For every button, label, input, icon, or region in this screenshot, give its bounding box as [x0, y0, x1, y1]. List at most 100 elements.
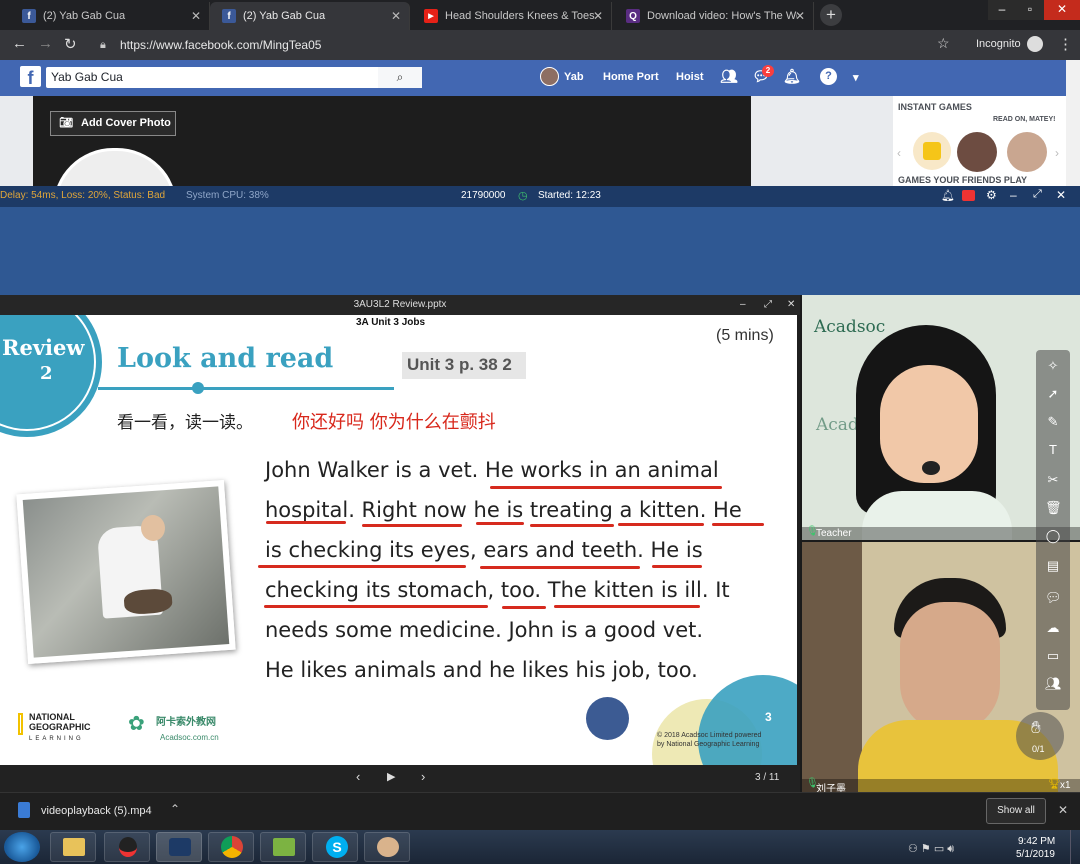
minimize-icon[interactable]: – [740, 295, 746, 315]
fullscreen-icon[interactable]: ⤢ [1033, 188, 1042, 201]
games-header: INSTANT GAMES [898, 102, 972, 112]
headset-mic [922, 461, 940, 475]
add-cover-photo-button[interactable]: 📷︎ Add Cover Photo [50, 111, 176, 136]
browser-tab[interactable]: ▶ Head Shoulders Knees & Toes | C ✕ [412, 2, 612, 30]
document-icon[interactable]: ▤ [1045, 558, 1061, 574]
chrome-icon [221, 836, 243, 858]
chevron-down-icon[interactable]: ▾ [853, 71, 859, 84]
incognito-icon[interactable] [1027, 36, 1043, 52]
play-icon[interactable]: ▶ [387, 770, 395, 783]
browser-tab-bar: f (2) Yab Gab Cua ✕ f (2) Yab Gab Cua ✕ … [0, 0, 1080, 30]
bell-icon[interactable]: 🔔︎ [941, 189, 955, 202]
background-shelf [802, 542, 862, 792]
close-icon[interactable]: ✕ [191, 9, 201, 23]
minimize-button[interactable]: – [988, 0, 1016, 20]
friends-icon[interactable]: 👥︎ [720, 68, 738, 85]
record-icon[interactable] [962, 190, 975, 201]
users-icon[interactable]: 👥︎ [1045, 676, 1062, 692]
close-icon[interactable]: ✕ [1056, 188, 1066, 202]
forward-icon[interactable]: → [38, 35, 53, 52]
prev-slide-icon[interactable]: ‹ [356, 769, 360, 784]
search-icon[interactable]: ⌕ [378, 67, 422, 88]
avatar[interactable] [540, 67, 559, 86]
nav-home[interactable]: Home Port [603, 71, 659, 83]
show-desktop-button[interactable] [1070, 830, 1080, 864]
game-thumbnail[interactable] [913, 132, 951, 170]
bookmark-star-icon[interactable]: ☆ [937, 35, 950, 52]
select-icon[interactable]: ➚ [1045, 386, 1061, 402]
menu-dots-icon[interactable]: ⋮ [1058, 35, 1073, 53]
close-icon[interactable]: ✕ [787, 295, 795, 315]
download-filename[interactable]: videoplayback (5).mp4 [41, 805, 152, 817]
taskbar-skype[interactable]: S [312, 832, 358, 862]
facebook-icon: f [22, 9, 36, 23]
pen-icon[interactable]: ✎ [1045, 414, 1061, 430]
page-scrollbar[interactable] [1066, 60, 1080, 186]
taskbar-qq[interactable] [104, 832, 150, 862]
bell-icon[interactable]: 🔔︎ [783, 68, 801, 85]
facebook-search-input[interactable]: Yab Gab Cua ⌕ [46, 67, 422, 88]
nav-hoist[interactable]: Hoist [676, 71, 704, 83]
chat-icon[interactable]: 💬︎ [1045, 590, 1062, 606]
clock-icon: ◷ [518, 190, 528, 202]
window-close-button[interactable]: ✕ [1044, 0, 1080, 20]
circle-icon[interactable]: ◯ [1045, 528, 1061, 544]
toolbox-icon[interactable]: ▭ [1045, 648, 1061, 664]
text-icon[interactable]: T [1045, 442, 1061, 458]
laser-pointer-icon[interactable]: ✧ [1045, 358, 1061, 374]
start-button[interactable] [4, 832, 40, 862]
chevron-right-icon[interactable]: › [1055, 146, 1059, 160]
maximize-button[interactable]: ▫ [1016, 0, 1044, 20]
natgeo-line3: LEARNING [29, 736, 84, 742]
new-tab-button[interactable]: + [820, 4, 842, 26]
copyright-line: by National Geographic Learning [657, 741, 760, 748]
url-field[interactable]: 🔒︎ https://www.facebook.com/MingTea05 [90, 33, 960, 57]
notification-badge: 2 [762, 65, 774, 77]
minimize-icon[interactable]: – [1010, 188, 1017, 202]
chevron-up-icon[interactable]: ⌃ [170, 802, 180, 816]
back-icon[interactable]: ← [12, 35, 27, 52]
trash-icon[interactable]: 🗑︎ [1045, 500, 1062, 516]
cpu-status: System CPU: 38% [186, 190, 269, 201]
friend-avatar[interactable] [957, 132, 997, 172]
scissors-icon[interactable]: ✂ [1045, 472, 1061, 488]
tab-title: Head Shoulders Knees & Toes | C [445, 10, 595, 22]
taskbar-files[interactable] [260, 832, 306, 862]
taskbar-chrome[interactable] [208, 832, 254, 862]
browser-tab[interactable]: Q Download video: How's The We ✕ [614, 2, 814, 30]
youtube-icon: ▶ [424, 9, 438, 23]
next-slide-icon[interactable]: › [421, 769, 425, 784]
help-icon[interactable]: ? [820, 68, 837, 85]
chinese-prompt: 看一看，读一读。 [117, 413, 253, 433]
profile-link[interactable]: Yab [564, 71, 584, 83]
annotation-underline [258, 565, 466, 568]
taskbar-paint[interactable] [364, 832, 410, 862]
browser-tab-active[interactable]: f (2) Yab Gab Cua ✕ [210, 2, 410, 30]
raise-hand-button[interactable]: ✋︎ 0/1 [1016, 712, 1064, 760]
penguin-icon [119, 837, 137, 857]
annotation-underline [530, 524, 614, 527]
browser-tab[interactable]: f (2) Yab Gab Cua ✕ [10, 2, 210, 30]
review-number: 2 [40, 363, 53, 384]
close-icon[interactable]: ✕ [795, 9, 805, 23]
friend-avatar[interactable] [1007, 132, 1047, 172]
gear-icon[interactable]: ⚙ [986, 188, 997, 202]
chevron-left-icon[interactable]: ‹ [897, 146, 901, 160]
tray-icons[interactable]: ⚇ ⚑ ▭ 🔊︎ [908, 842, 954, 856]
games-tagline: READ ON, MATEY! [993, 116, 1056, 123]
close-icon[interactable]: ✕ [593, 9, 603, 23]
started-time: Started: 12:23 [538, 190, 601, 201]
instant-games-panel: INSTANT GAMES READ ON, MATEY! ‹ › GAMES … [893, 96, 1066, 186]
taskbar-acadsoc[interactable] [156, 832, 202, 862]
fullscreen-icon[interactable]: ⤢ [764, 295, 772, 315]
show-all-button[interactable]: Show all [986, 798, 1046, 824]
close-icon[interactable]: ✕ [391, 9, 401, 23]
annotation-underline [264, 605, 488, 608]
annotation-underline [712, 523, 764, 526]
reload-icon[interactable]: ↻ [64, 35, 77, 53]
games-footer: GAMES YOUR FRIENDS PLAY [898, 175, 1028, 185]
cloud-icon[interactable]: ☁ [1045, 620, 1061, 636]
facebook-logo-icon[interactable]: f [20, 66, 41, 88]
taskbar-explorer[interactable] [50, 832, 96, 862]
close-icon[interactable]: ✕ [1058, 803, 1068, 817]
